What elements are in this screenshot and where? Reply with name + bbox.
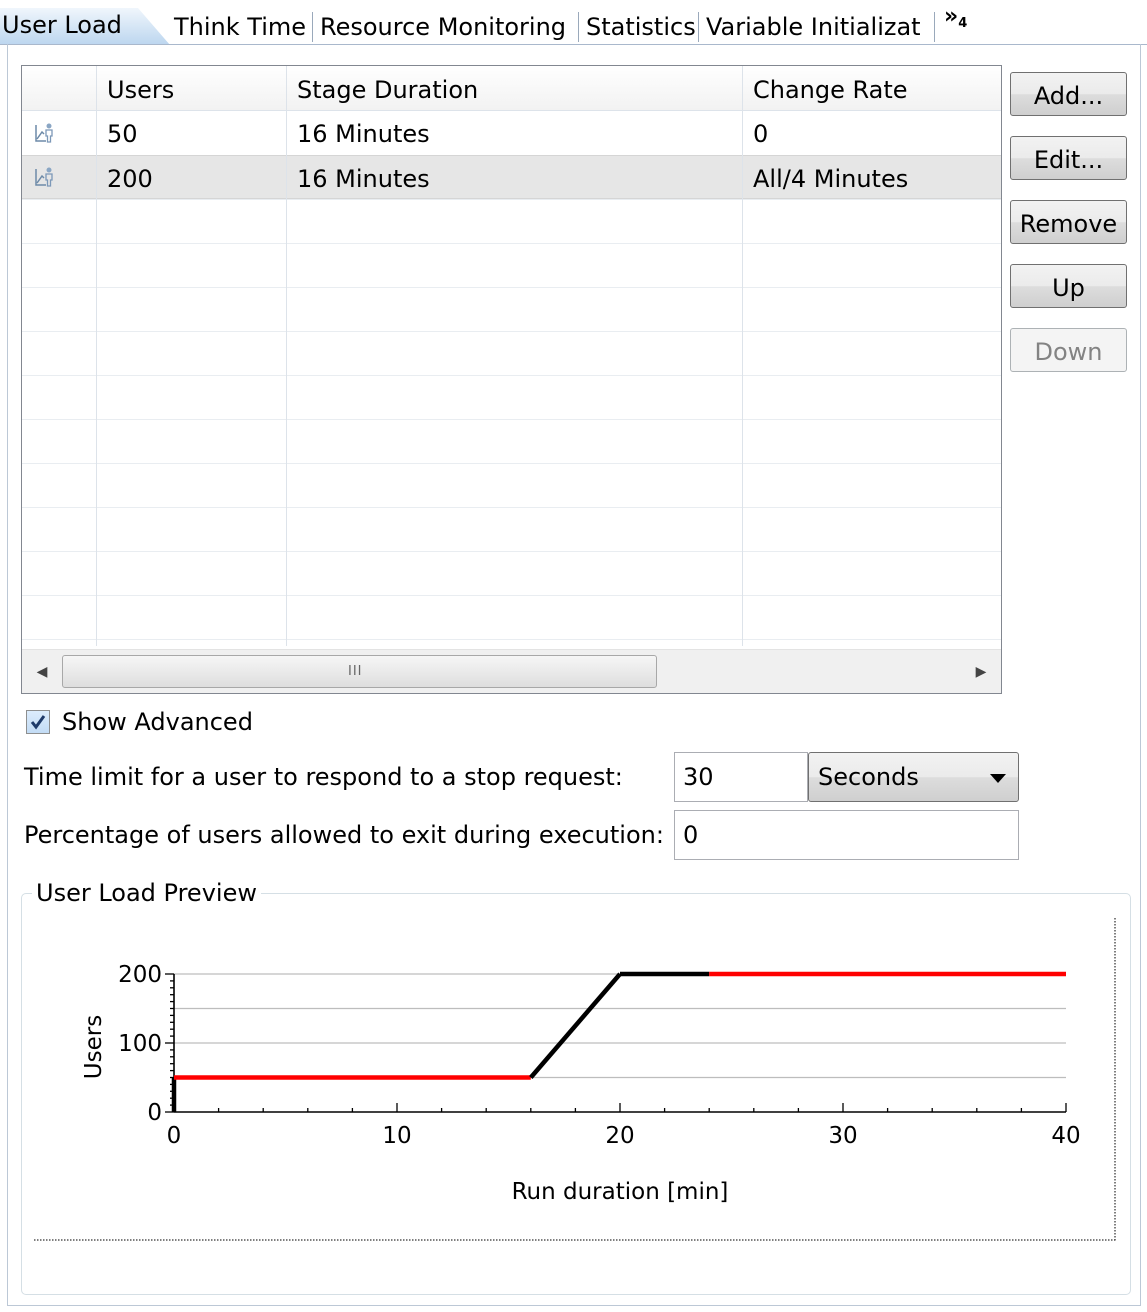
y-axis-label: Users bbox=[81, 1015, 107, 1079]
y-tick-label: 100 bbox=[118, 1031, 162, 1057]
x-axis-label: Run duration [min] bbox=[512, 1179, 729, 1205]
y-tick-label: 200 bbox=[118, 962, 162, 988]
x-tick-label: 10 bbox=[382, 1123, 411, 1149]
series-segment bbox=[529, 972, 622, 1079]
x-tick-label: 20 bbox=[605, 1123, 634, 1149]
user-load-chart: 0 10 20 30 40 0 100 200 Run duration [min] Users bbox=[34, 918, 1116, 1241]
x-tick-label: 30 bbox=[828, 1123, 857, 1149]
y-tick-label: 0 bbox=[147, 1100, 162, 1126]
x-tick-label: 40 bbox=[1051, 1123, 1080, 1149]
chart-grid bbox=[174, 973, 1066, 1079]
x-tick-label: 0 bbox=[167, 1123, 182, 1149]
chart-labels: 0 10 20 30 40 0 100 200 Run duration [min] Users bbox=[81, 962, 1081, 1205]
